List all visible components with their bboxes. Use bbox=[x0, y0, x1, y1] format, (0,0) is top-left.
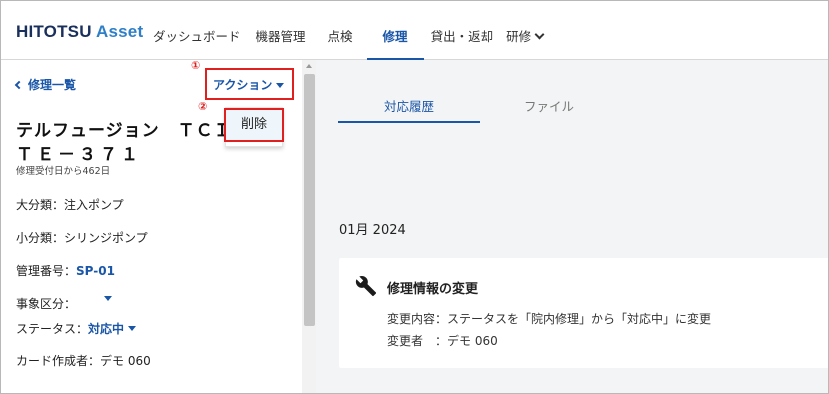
window-border bbox=[0, 0, 829, 394]
